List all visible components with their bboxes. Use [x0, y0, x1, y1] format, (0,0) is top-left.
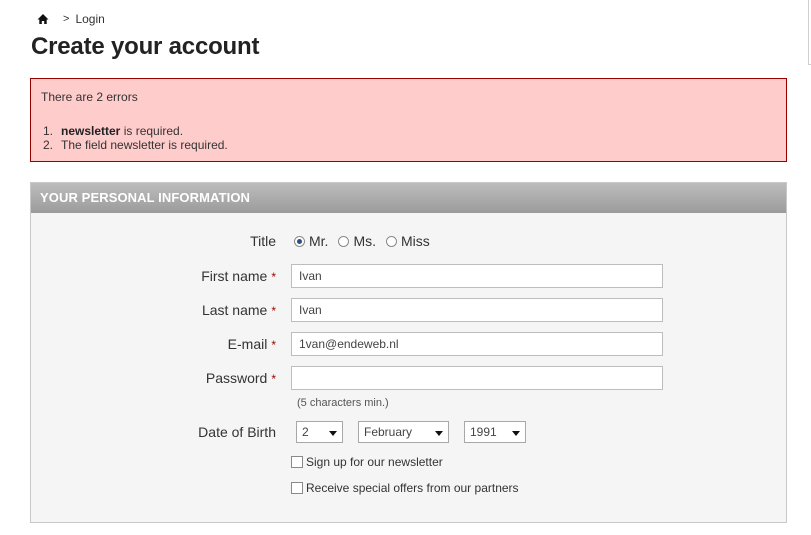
error-item: 2. The field newsletter is required.: [43, 138, 228, 152]
title-label: Title: [250, 233, 276, 249]
last-name-row: Last name * Ivan: [31, 298, 786, 322]
create-account-page: > Login Create your account There are 2 …: [0, 0, 811, 535]
password-label-text: Password: [205, 370, 268, 386]
radio-button-mr[interactable]: [294, 235, 305, 247]
dob-label: Date of Birth: [198, 424, 276, 440]
required-marker: *: [271, 270, 276, 284]
breadcrumb: > Login: [37, 11, 105, 27]
last-name-input[interactable]: Ivan: [291, 298, 663, 322]
breadcrumb-current: Login: [75, 12, 105, 26]
required-marker: *: [271, 372, 276, 386]
error-field: newsletter: [61, 124, 121, 138]
last-name-label: Last name *: [202, 302, 276, 318]
dob-day-select[interactable]: 2: [296, 421, 343, 443]
personal-info-panel: YOUR PERSONAL INFORMATION Title Mr. Ms. …: [30, 182, 787, 523]
newsletter-label: Sign up for our newsletter: [306, 455, 443, 469]
dob-month-value: February: [364, 425, 413, 439]
newsletter-option[interactable]: Sign up for our newsletter: [291, 455, 443, 469]
newsletter-checkbox[interactable]: [291, 456, 303, 468]
offers-option[interactable]: Receive special offers from our partners: [291, 481, 519, 495]
chevron-down-icon: [435, 431, 443, 436]
password-label: Password *: [206, 370, 276, 386]
first-name-label: First name *: [201, 268, 276, 284]
dob-row: Date of Birth 2 February 1991: [31, 421, 786, 445]
home-icon[interactable]: [37, 13, 49, 25]
error-text: The field newsletter is required.: [61, 138, 228, 152]
radio-miss-label: Miss: [401, 233, 430, 249]
email-label: E-mail *: [228, 336, 276, 352]
breadcrumb-separator: >: [63, 13, 70, 25]
dob-year-value: 1991: [470, 425, 497, 439]
offers-checkbox[interactable]: [291, 482, 303, 494]
radio-ms-label: Ms.: [353, 233, 377, 249]
offers-label: Receive special offers from our partners: [306, 481, 519, 495]
last-name-label-text: Last name: [201, 302, 268, 318]
error-title: There are 2 errors: [41, 90, 138, 104]
first-name-row: First name * Ivan: [31, 264, 786, 288]
radio-button-miss[interactable]: [386, 235, 398, 247]
page-title: Create your account: [31, 33, 260, 60]
dob-month-select[interactable]: February: [358, 421, 449, 443]
first-name-input[interactable]: Ivan: [291, 264, 663, 288]
chevron-down-icon: [329, 431, 337, 436]
chevron-down-icon: [512, 431, 520, 436]
required-marker: *: [271, 338, 276, 352]
email-label-text: E-mail: [227, 336, 268, 352]
password-input[interactable]: [291, 366, 663, 390]
error-box: There are 2 errors 1. newsletter is requi…: [30, 78, 787, 162]
section-header: YOUR PERSONAL INFORMATION: [31, 183, 786, 213]
error-number: 2.: [43, 138, 54, 152]
radio-miss[interactable]: Miss: [386, 233, 430, 249]
first-name-label-text: First name: [201, 268, 268, 284]
radio-mr-label: Mr.: [309, 233, 329, 249]
email-row: E-mail * 1van@endeweb.nl: [31, 332, 786, 356]
radio-ms[interactable]: Ms.: [338, 233, 376, 249]
error-item: 1. newsletter is required.: [43, 124, 228, 138]
title-radio-group: Mr. Ms. Miss: [294, 233, 440, 249]
error-list: 1. newsletter is required. 2. The field ne…: [43, 124, 228, 152]
email-input[interactable]: 1van@endeweb.nl: [291, 332, 663, 356]
dob-day-value: 2: [302, 425, 309, 439]
password-hint: (5 characters min.): [297, 397, 389, 409]
password-row: Password *: [31, 366, 786, 390]
radio-mr[interactable]: Mr.: [294, 233, 328, 249]
error-number: 1.: [43, 124, 54, 138]
radio-button-ms[interactable]: [338, 235, 350, 247]
required-marker: *: [271, 304, 276, 318]
dob-year-select[interactable]: 1991: [464, 421, 526, 443]
error-text: is required.: [120, 124, 184, 138]
title-row: Title Mr. Ms. Miss: [31, 229, 786, 253]
